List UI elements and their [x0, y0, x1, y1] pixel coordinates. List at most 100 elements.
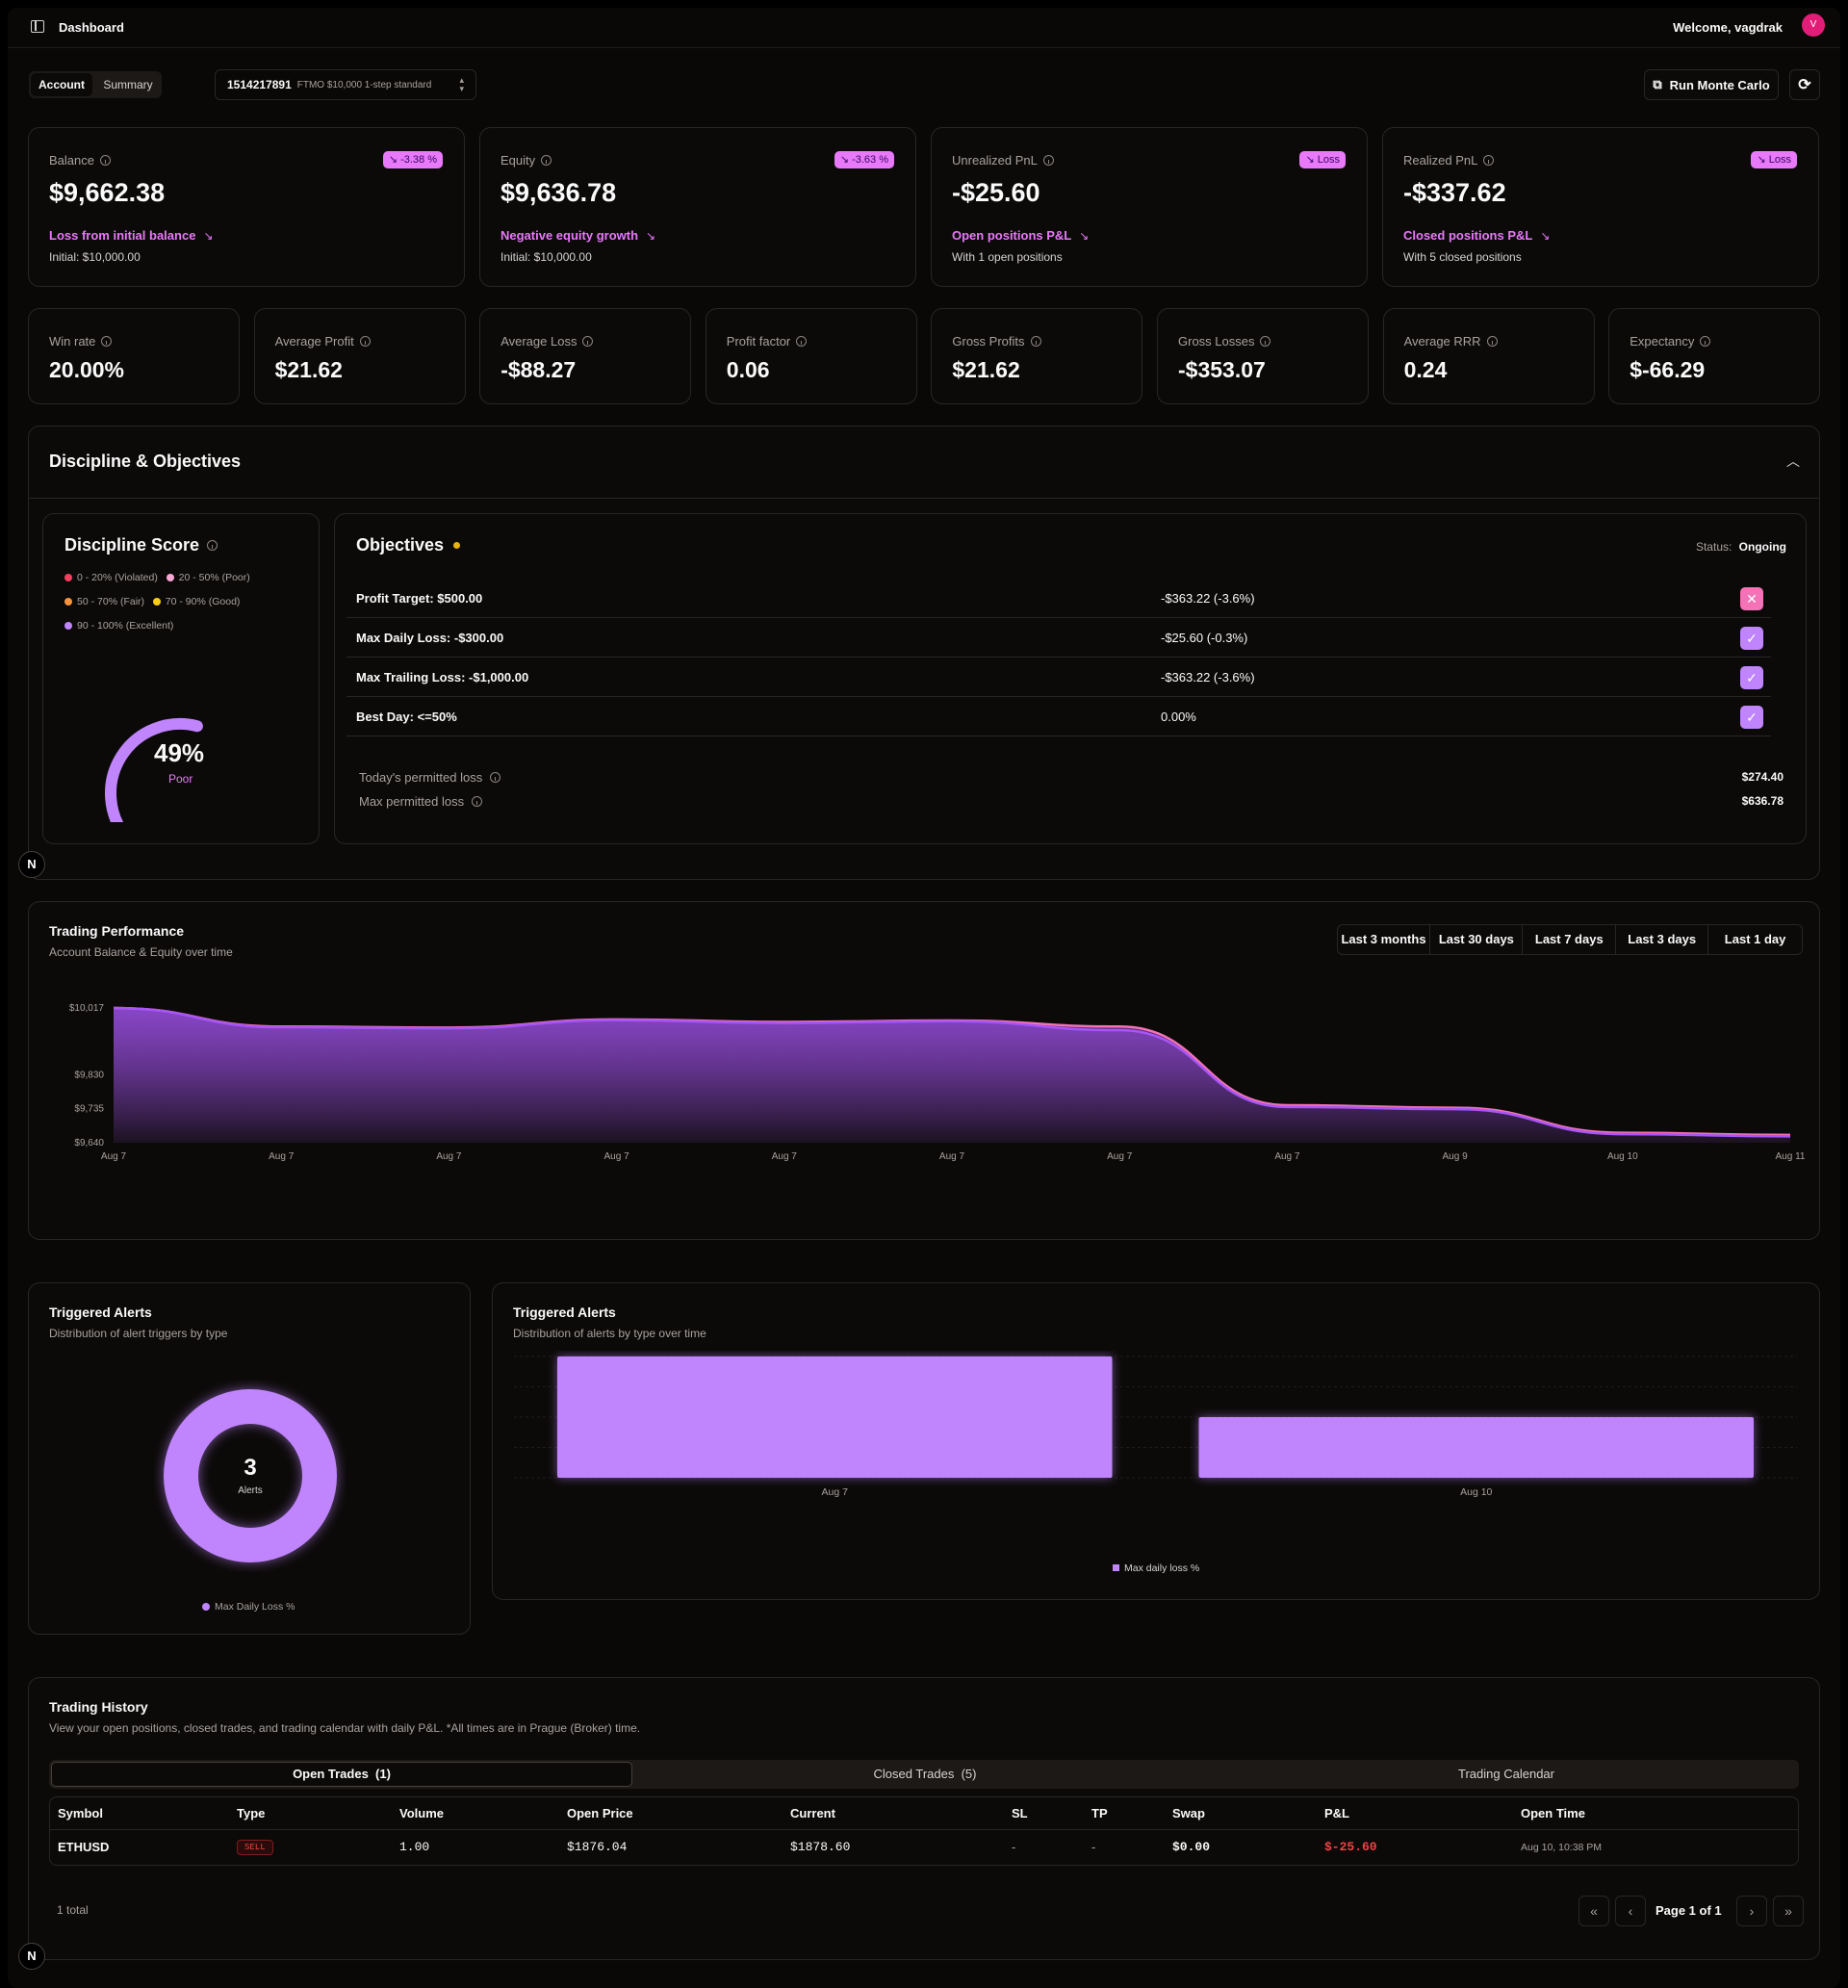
- info-icon[interactable]: [207, 540, 218, 551]
- volume-cell: 1.00: [399, 1840, 430, 1854]
- objective-name: Max Trailing Loss: -$1,000.00: [356, 670, 529, 684]
- stat-sub: With 5 closed positions: [1403, 250, 1522, 264]
- info-icon[interactable]: [1700, 336, 1711, 347]
- metric-label: Average RRR: [1404, 334, 1498, 349]
- range-button[interactable]: Last 30 days: [1430, 925, 1524, 954]
- status-dot: [453, 542, 461, 549]
- first-page-button[interactable]: «: [1578, 1896, 1609, 1926]
- stat-card: Balance ↘ -3.38 % $9,662.38 Loss from in…: [28, 127, 465, 287]
- trending-down-icon: ↘: [1079, 228, 1090, 243]
- next-page-button[interactable]: ›: [1736, 1896, 1767, 1926]
- info-icon[interactable]: [101, 336, 113, 347]
- info-icon[interactable]: [1483, 155, 1495, 166]
- last-page-button[interactable]: »: [1773, 1896, 1804, 1926]
- x-tick-label: Aug 7: [1274, 1151, 1300, 1162]
- info-icon[interactable]: [472, 796, 483, 807]
- x-tick-label: Aug 9: [1443, 1151, 1469, 1162]
- objective-value: -$25.60 (-0.3%): [1161, 631, 1248, 645]
- metric-value: 0.06: [726, 357, 770, 382]
- alerts-bar-chart: Aug 7 Aug 10: [514, 1355, 1797, 1498]
- range-button[interactable]: Last 3 months: [1338, 925, 1430, 954]
- info-icon[interactable]: [359, 336, 371, 347]
- account-select[interactable]: 1514217891 FTMO $10,000 1-step standard …: [215, 69, 476, 100]
- collapse-chevron-icon[interactable]: ︿: [1786, 452, 1800, 471]
- next-logo-icon[interactable]: N: [18, 851, 45, 878]
- performance-title: Trading Performance: [49, 923, 185, 939]
- stat-value: $9,636.78: [500, 178, 617, 207]
- objective-value: 0.00%: [1161, 710, 1196, 724]
- history-subtitle: View your open positions, closed trades,…: [49, 1721, 641, 1735]
- info-icon[interactable]: [1030, 336, 1041, 347]
- x-tick-label: Aug 7: [822, 1486, 849, 1498]
- stat-value: -$337.62: [1403, 178, 1506, 207]
- column-header: Type: [237, 1806, 266, 1820]
- metric-value: $-66.29: [1630, 357, 1706, 382]
- metric-value: -$353.07: [1178, 357, 1266, 382]
- metric-card: Gross Losses -$353.07: [1157, 308, 1369, 404]
- metric-label: Gross Profits: [952, 334, 1041, 349]
- tab-account[interactable]: Account: [31, 73, 92, 96]
- account-summary-tabs: Account Summary: [29, 71, 162, 98]
- column-header: Symbol: [58, 1806, 103, 1820]
- performance-subtitle: Account Balance & Equity over time: [49, 945, 233, 959]
- alerts-bar-subtitle: Distribution of alerts by type over time: [513, 1327, 706, 1340]
- type-badge: SELL: [237, 1840, 273, 1855]
- tab-open-trades[interactable]: Open Trades (1): [51, 1762, 632, 1787]
- bar: [557, 1356, 1113, 1478]
- range-button[interactable]: Last 3 days: [1616, 925, 1709, 954]
- avatar[interactable]: V: [1802, 13, 1825, 37]
- range-button[interactable]: Last 7 days: [1524, 925, 1616, 954]
- objective-row: Max Trailing Loss: -$1,000.00 -$363.22 (…: [346, 658, 1771, 697]
- info-icon[interactable]: [490, 772, 501, 783]
- refresh-button[interactable]: ⟳: [1789, 69, 1820, 100]
- run-monte-carlo-button[interactable]: ⧉ Run Monte Carlo: [1644, 69, 1779, 100]
- refresh-icon: ⟳: [1798, 77, 1811, 93]
- open-time-cell: Aug 10, 10:38 PM: [1521, 1842, 1603, 1853]
- info-icon[interactable]: [1486, 336, 1498, 347]
- metric-label: Gross Losses: [1178, 334, 1271, 349]
- metric-label: Profit factor: [727, 334, 808, 349]
- range-button[interactable]: Last 1 day: [1709, 925, 1802, 954]
- objectives-title: Objectives: [356, 535, 445, 555]
- sidebar-toggle-icon[interactable]: [31, 20, 44, 33]
- sl-cell: -: [1012, 1840, 1016, 1854]
- info-icon[interactable]: [796, 336, 808, 347]
- info-icon[interactable]: [1042, 155, 1054, 166]
- stat-badge: ↘ Loss: [1751, 151, 1797, 168]
- history-tabs: Open Trades (1) Closed Trades (5) Tradin…: [49, 1760, 1799, 1789]
- metric-value: 0.24: [1403, 357, 1448, 382]
- alerts-bar-card: Triggered Alerts Distribution of alerts …: [492, 1282, 1820, 1600]
- stat-label: Unrealized PnL: [952, 153, 1054, 168]
- stat-trend: Open positions P&L ↘: [952, 228, 1090, 243]
- tab-closed-trades[interactable]: Closed Trades (5): [634, 1762, 1216, 1787]
- stat-trend: Negative equity growth ↘: [500, 228, 656, 243]
- legend-poor: 20 - 50% (Poor): [166, 572, 250, 583]
- objective-row: Best Day: <=50% 0.00% ✓: [346, 698, 1771, 736]
- table-row[interactable]: ETHUSD SELL 1.00 $1876.04 $1878.60 - - $…: [50, 1831, 1798, 1864]
- info-icon[interactable]: [582, 336, 594, 347]
- stat-card: Unrealized PnL ↘ Loss -$25.60 Open posit…: [931, 127, 1368, 287]
- status-value: Ongoing: [1738, 540, 1786, 554]
- prev-page-button[interactable]: ‹: [1615, 1896, 1646, 1926]
- table-header: Symbol Type Volume Open Price Current SL TP Swa…: [50, 1797, 1798, 1830]
- stat-sub: Initial: $10,000.00: [500, 250, 592, 264]
- tab-trading-calendar[interactable]: Trading Calendar: [1216, 1762, 1797, 1787]
- pnl-cell: $-25.60: [1324, 1840, 1377, 1854]
- info-icon[interactable]: [541, 155, 552, 166]
- metric-label: Win rate: [49, 334, 113, 349]
- x-tick-label: Aug 11: [1776, 1151, 1806, 1162]
- info-icon[interactable]: [99, 155, 111, 166]
- total-count: 1 total: [57, 1903, 89, 1917]
- metric-value: 20.00%: [49, 357, 125, 382]
- metric-value: $21.62: [274, 357, 343, 382]
- stat-value: $9,662.38: [49, 178, 166, 207]
- score-value: 49%: [154, 738, 205, 767]
- next-logo-icon[interactable]: N: [18, 1943, 45, 1970]
- trending-down-icon: ↘: [203, 228, 214, 243]
- tab-summary[interactable]: Summary: [98, 73, 158, 96]
- info-icon[interactable]: [1260, 336, 1271, 347]
- objective-name: Best Day: <=50%: [356, 710, 457, 724]
- metric-card: Average Profit $21.62: [253, 308, 466, 404]
- status-label: Status:: [1695, 540, 1732, 554]
- discipline-section: Discipline & Objectives ︿ Discipline Sco…: [28, 426, 1820, 880]
